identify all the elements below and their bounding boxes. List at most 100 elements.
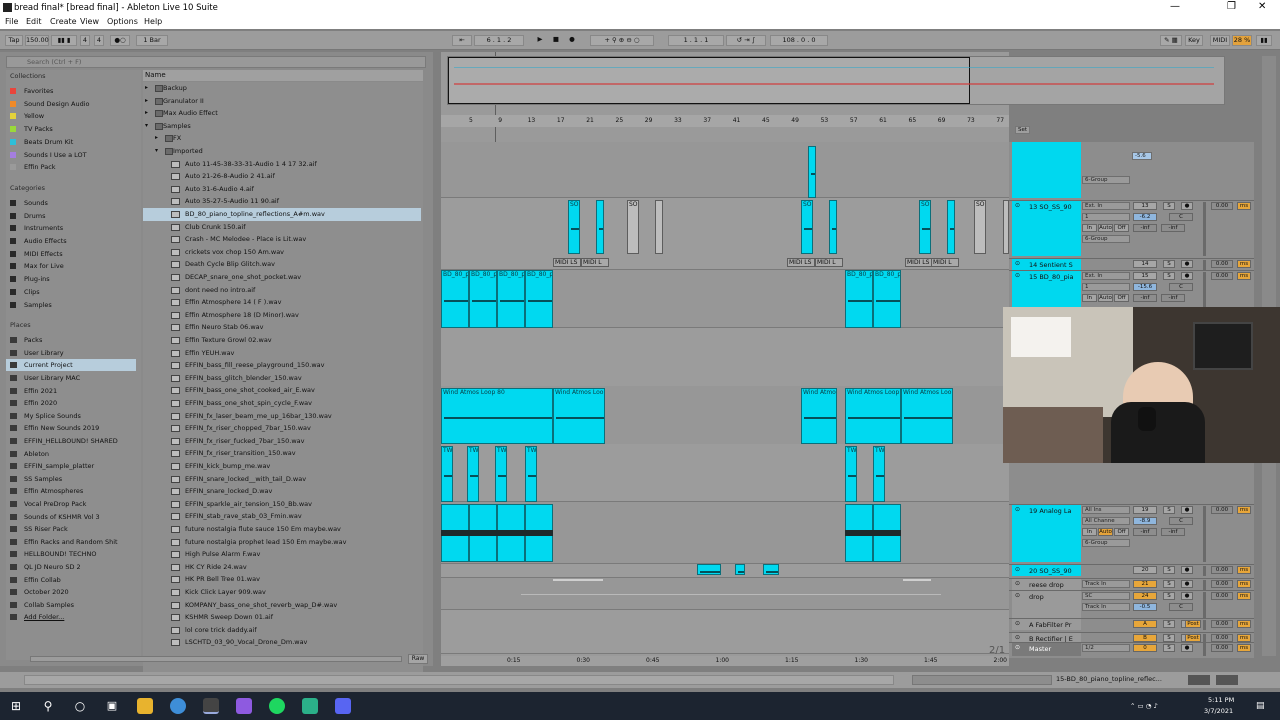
category-item[interactable]: Audio Effects — [10, 235, 140, 247]
pan-field[interactable]: C — [1169, 213, 1193, 221]
fold-icon[interactable]: ⊙ — [1015, 506, 1020, 513]
file-item[interactable]: Effin Neuro Stab 06.wav — [143, 321, 421, 334]
audio-clip[interactable]: TWI — [467, 446, 479, 502]
collection-item[interactable]: Effin Pack — [10, 161, 140, 173]
follow-button[interactable]: ⇤ — [452, 35, 472, 46]
spotify-icon[interactable] — [269, 698, 285, 714]
arm-button[interactable]: ● — [1181, 592, 1193, 600]
monitor-mon1-button[interactable]: In — [1082, 224, 1097, 232]
audio-clip[interactable]: SO — [919, 200, 931, 254]
send-field[interactable]: -inf — [1133, 224, 1157, 232]
arm-button[interactable]: ● — [1181, 272, 1193, 280]
audio-clip[interactable]: BD_80_p — [873, 270, 901, 328]
output-select[interactable]: 6-Group — [1082, 235, 1130, 243]
restore-button[interactable]: ❐ — [1227, 1, 1236, 12]
key-map-button[interactable]: Key — [1185, 35, 1203, 46]
track-number-button[interactable]: A — [1133, 620, 1157, 628]
midi-clip[interactable]: MIDI LS — [553, 258, 581, 267]
place-item[interactable]: HELLBOUND! TECHNO — [6, 548, 136, 560]
track-number-button[interactable]: 15 — [1133, 272, 1157, 280]
input-channel-select[interactable]: 1 — [1082, 213, 1130, 221]
expand-arrow-icon[interactable]: ▸ — [145, 82, 148, 94]
file-item[interactable]: Effin Atmosphere 14 ( F ).wav — [143, 296, 421, 309]
file-item[interactable]: EFFIN_kick_bump_me.wav — [143, 460, 421, 473]
solo-button[interactable]: S — [1163, 506, 1175, 514]
audio-clip[interactable] — [697, 564, 721, 575]
file-item[interactable]: Kick Click Layer 909.wav — [143, 586, 421, 599]
fold-icon[interactable]: ⊙ — [1015, 566, 1020, 573]
expand-arrow-icon[interactable]: ▸ — [145, 95, 148, 107]
file-item[interactable]: dont need no intro.aif — [143, 284, 421, 297]
volume-field[interactable]: -6.2 — [1133, 213, 1157, 221]
file-item[interactable]: Effin YEUH.wav — [143, 347, 421, 360]
loop-length-field[interactable]: 108 . 0 . 0 — [770, 35, 828, 46]
category-item[interactable]: Samples — [10, 299, 140, 311]
track-group-top[interactable]: 6-Group — [1082, 176, 1130, 184]
loop-switch-buttons[interactable]: ↺ ⇥ ∫ — [726, 35, 766, 46]
menu-edit[interactable]: Edit — [26, 17, 42, 26]
input-type-select[interactable]: 1/2 — [1082, 644, 1130, 652]
send-field-2[interactable]: -inf — [1161, 224, 1185, 232]
file-item[interactable]: future nostalgia flute sauce 150 Em mayb… — [143, 523, 421, 536]
monitor-mon3-button[interactable]: Off — [1114, 294, 1129, 302]
track-name-button[interactable]: ⊙ 14 Sentient S — [1012, 259, 1081, 270]
collection-item[interactable]: Yellow — [10, 110, 140, 122]
discord-icon[interactable] — [335, 698, 351, 714]
track-number-button[interactable]: 13 — [1133, 202, 1157, 210]
metronome-button[interactable]: ●○ — [110, 35, 130, 46]
volume-field[interactable]: -8.9 — [1133, 517, 1157, 525]
file-explorer-icon[interactable] — [137, 698, 153, 714]
place-item[interactable]: Current Project — [6, 359, 136, 372]
track-number-button[interactable]: 0 — [1133, 644, 1157, 652]
collection-item[interactable]: TV Packs — [10, 123, 140, 135]
track-delay-field[interactable]: 0.00 — [1211, 202, 1233, 210]
track-name-button[interactable]: ⊙ 19 Analog La — [1012, 505, 1081, 562]
midi-clip[interactable]: MIDI L — [581, 258, 609, 267]
solo-button[interactable]: S — [1163, 580, 1175, 588]
loop-start-field[interactable]: 1 . 1 . 1 — [668, 35, 724, 46]
arm-button[interactable]: ● — [1181, 260, 1193, 268]
audio-clip[interactable] — [808, 146, 816, 198]
category-item[interactable]: Max for Live — [10, 260, 140, 272]
tray-icons[interactable]: ⌃ ▭ ◔ ♪ — [1130, 702, 1158, 710]
browser-search-input[interactable]: Search (Ctrl + F) — [6, 56, 426, 68]
category-item[interactable]: Plug-ins — [10, 273, 140, 285]
expand-arrow-icon[interactable]: ▸ — [155, 132, 158, 144]
volume-field[interactable]: -0.5 — [1133, 603, 1157, 611]
send-field-2[interactable]: -inf — [1161, 294, 1185, 302]
input-type-select[interactable]: SC — [1082, 592, 1130, 600]
fold-icon[interactable]: ⊙ — [1015, 592, 1020, 599]
place-item[interactable]: QL JD Neuro SD 2 — [6, 561, 136, 573]
monitor-mon2-button[interactable]: Auto — [1098, 224, 1113, 232]
track-number-button[interactable]: 21 — [1133, 580, 1157, 588]
solo-button[interactable]: S — [1163, 620, 1175, 628]
track-name-button[interactable]: ⊙ 20 SO_SS_90 — [1012, 565, 1081, 576]
place-item[interactable]: Ableton — [6, 448, 136, 460]
monitor-mon2-button[interactable]: Auto — [1098, 528, 1113, 536]
file-item[interactable]: High Pulse Alarm F.wav — [143, 548, 421, 561]
muted-clip[interactable] — [655, 200, 663, 254]
audio-clip[interactable]: BD_80_p — [469, 270, 497, 328]
monitor-mon2-button[interactable]: Auto — [1098, 294, 1113, 302]
overview-visible-region[interactable] — [448, 57, 970, 104]
category-item[interactable]: Drums — [10, 210, 140, 222]
arm-button[interactable]: ● — [1181, 506, 1193, 514]
arm-button[interactable]: ● — [1181, 644, 1193, 652]
track-delay-field[interactable]: 0.00 — [1211, 272, 1233, 280]
send-field-2[interactable]: -inf — [1161, 528, 1185, 536]
file-item[interactable]: HK PR Bell Tree 01.wav — [143, 573, 421, 586]
track-delay-field[interactable]: 0.00 — [1211, 644, 1233, 652]
track-number-button[interactable]: 14 — [1133, 260, 1157, 268]
menu-help[interactable]: Help — [144, 17, 162, 26]
pan-field[interactable]: C — [1169, 283, 1193, 291]
track-number-button[interactable]: B — [1133, 634, 1157, 642]
file-item[interactable]: HK CY Ride 24.wav — [143, 561, 421, 574]
obs-icon[interactable] — [302, 698, 318, 714]
category-item[interactable]: Clips — [10, 286, 140, 298]
audio-clip[interactable]: SO — [801, 200, 813, 254]
file-item[interactable]: future nostalgia prophet lead 150 Em may… — [143, 536, 421, 549]
place-item[interactable]: Sounds of KSHMR Vol 3 — [6, 511, 136, 523]
audio-clip[interactable]: Wind Atmos Loo — [901, 388, 953, 444]
monitor-mon3-button[interactable]: Off — [1114, 528, 1129, 536]
track-name-top[interactable] — [1012, 142, 1081, 198]
